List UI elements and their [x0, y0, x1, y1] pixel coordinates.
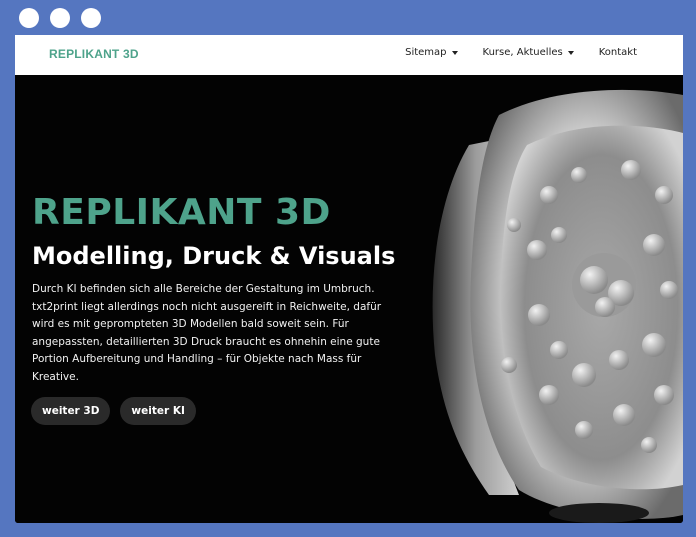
- hero-subtitle: Modelling, Druck & Visuals: [32, 242, 396, 270]
- window-controls: [19, 8, 101, 28]
- top-navbar: REPLIKANT 3D Sitemap Kurse, Aktuelles Ko…: [15, 35, 683, 75]
- nav-item-sitemap[interactable]: Sitemap: [405, 47, 458, 58]
- close-window-button[interactable]: [19, 8, 39, 28]
- browser-window: REPLIKANT 3D Sitemap Kurse, Aktuelles Ko…: [15, 35, 683, 523]
- brand-logo[interactable]: REPLIKANT 3D: [49, 47, 139, 61]
- hero-buttons: weiter 3D weiter KI: [31, 397, 196, 425]
- maximize-window-button[interactable]: [81, 8, 101, 28]
- nav-item-label: Kontakt: [598, 47, 637, 58]
- hero-section: REPLIKANT 3D Modelling, Druck & Visuals …: [15, 75, 683, 523]
- chevron-down-icon: [451, 50, 458, 55]
- nav-item-kurse-aktuelles[interactable]: Kurse, Aktuelles: [483, 47, 574, 58]
- main-menu: Sitemap Kurse, Aktuelles Kontakt: [405, 47, 637, 58]
- nav-item-kontakt[interactable]: Kontakt: [599, 47, 637, 58]
- hero-description: Durch KI befinden sich alle Bereiche der…: [32, 283, 382, 383]
- minimize-window-button[interactable]: [50, 8, 70, 28]
- hero-title: REPLIKANT 3D: [32, 192, 331, 233]
- nav-item-label: Kurse, Aktuelles: [482, 47, 563, 58]
- weiter-ki-button[interactable]: weiter KI: [120, 397, 196, 425]
- hero-sculpture-image: [432, 89, 683, 523]
- nav-item-label: Sitemap: [405, 47, 447, 58]
- chevron-down-icon: [567, 50, 574, 55]
- weiter-3d-button[interactable]: weiter 3D: [31, 397, 111, 425]
